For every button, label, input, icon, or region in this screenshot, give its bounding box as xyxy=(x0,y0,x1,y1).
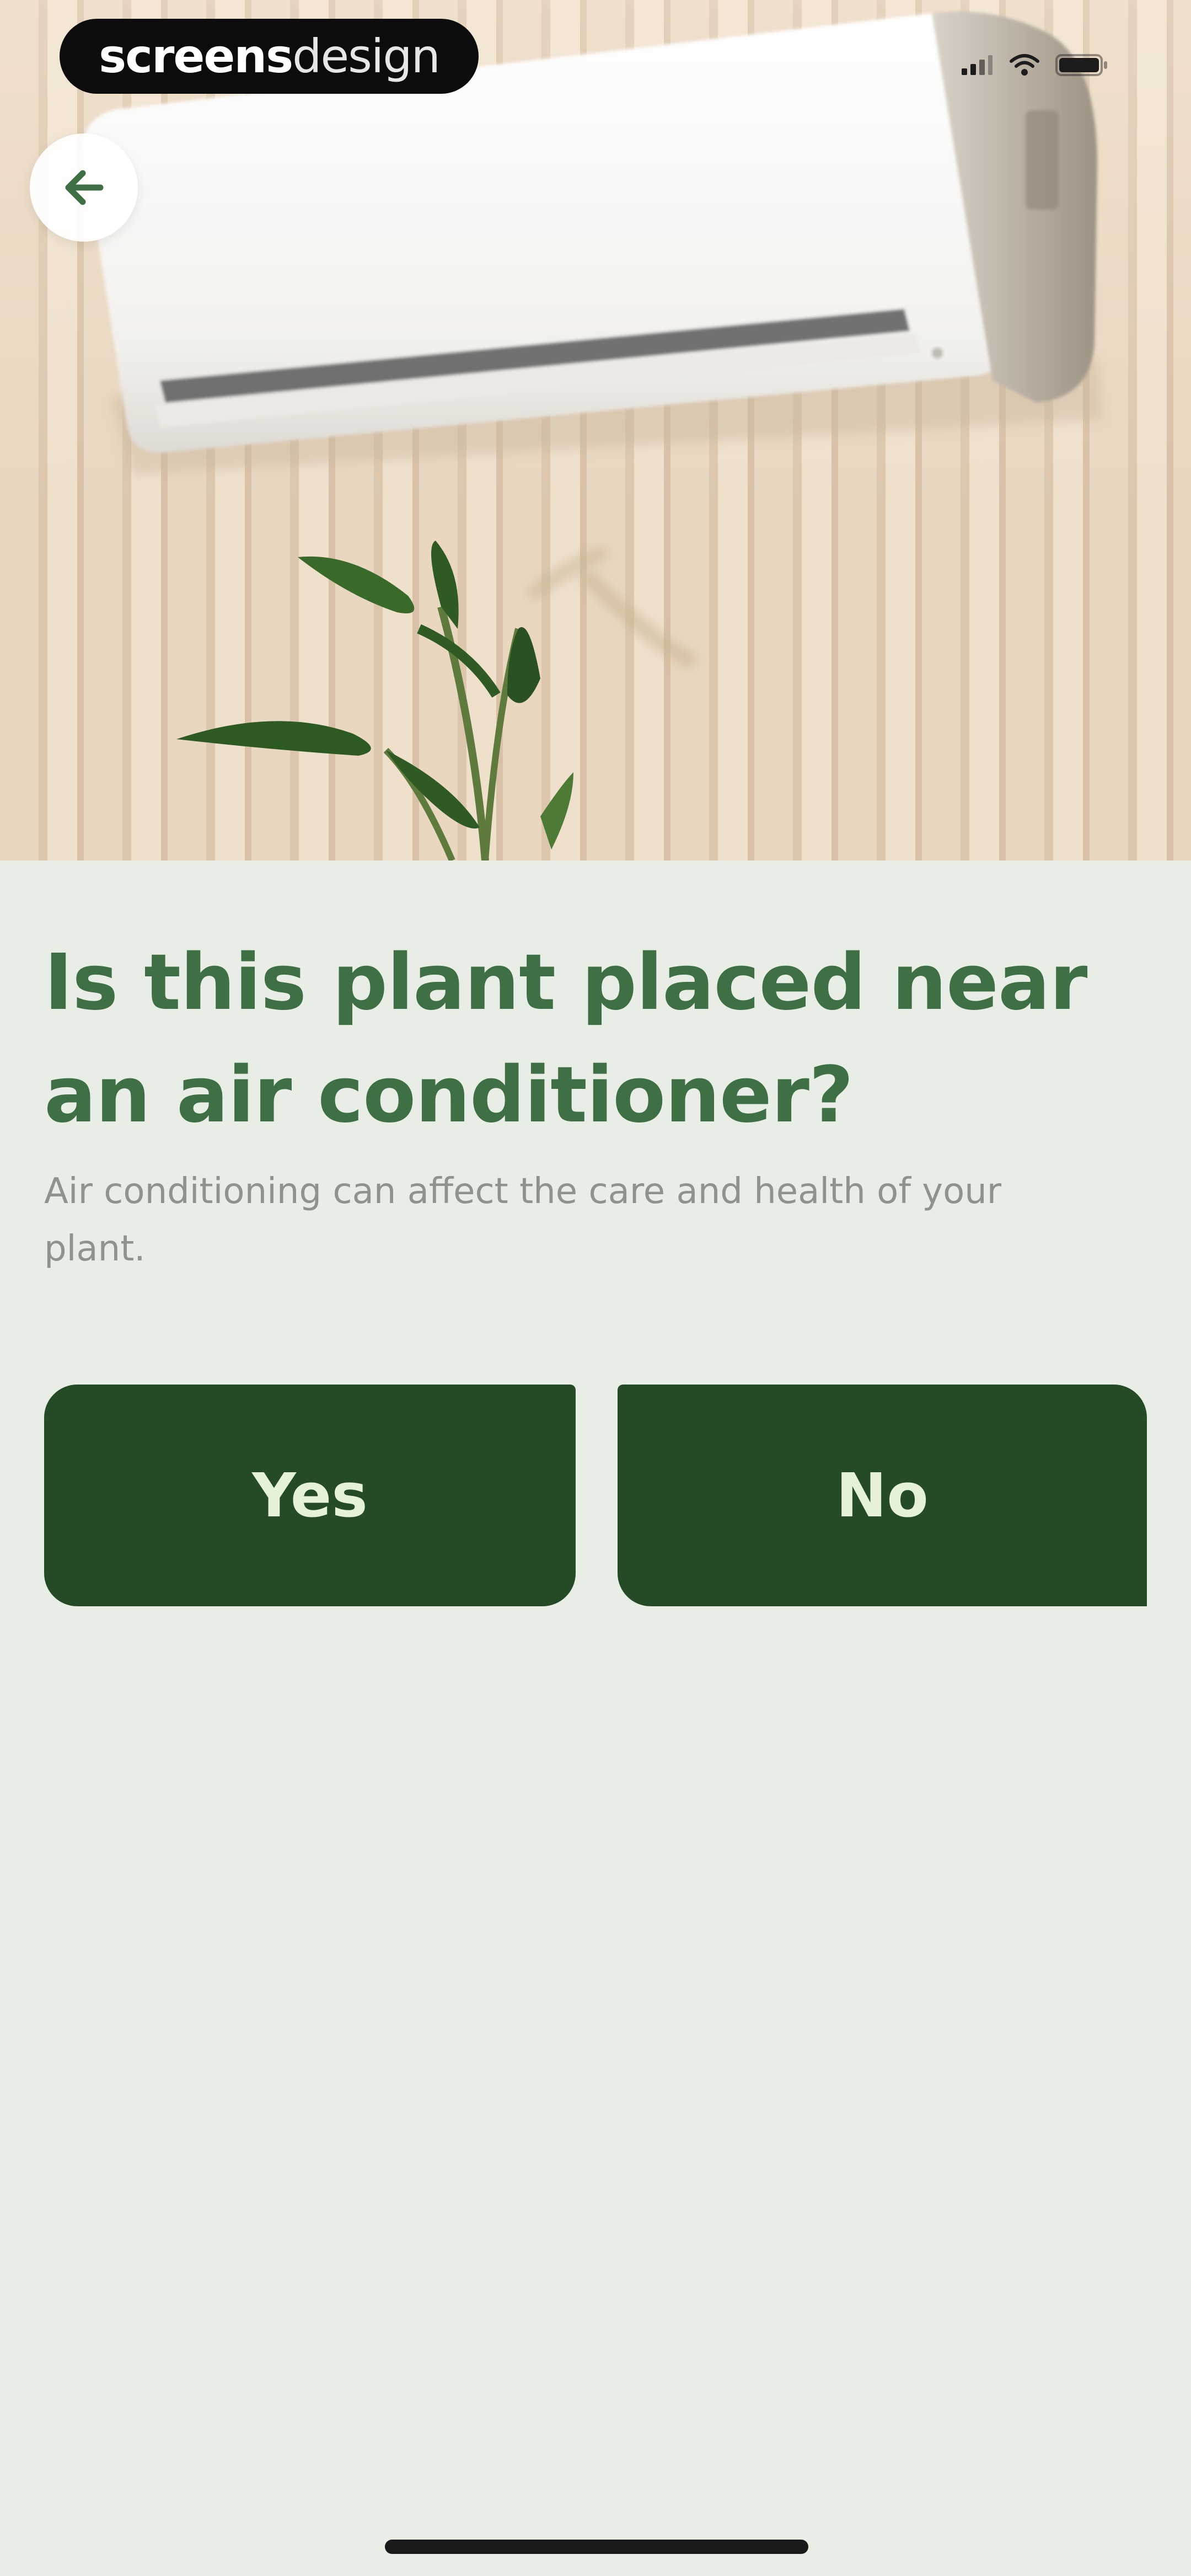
hero-image-air-conditioner-plant: screens design xyxy=(0,0,1191,861)
plant-questionnaire-screen: screens design Is this plant placed near… xyxy=(0,0,1191,2576)
back-button[interactable] xyxy=(30,133,138,242)
battery-icon xyxy=(1055,54,1107,76)
screensdesign-watermark: screens design xyxy=(60,19,479,94)
hero-illustration xyxy=(83,11,1103,861)
home-indicator[interactable] xyxy=(385,2540,808,2554)
question-title: Is this plant placed near an air conditi… xyxy=(44,938,1088,1140)
signal-icon xyxy=(962,55,993,75)
watermark-light-text: design xyxy=(292,29,441,83)
wifi-icon xyxy=(1010,54,1039,76)
question-section: Is this plant placed near an air conditi… xyxy=(0,861,1191,2576)
no-button[interactable]: No xyxy=(618,1385,1147,1606)
yes-button[interactable]: Yes xyxy=(44,1385,576,1606)
question-subtitle: Air conditioning can affect the care and… xyxy=(44,1171,1002,1269)
plant-leaves xyxy=(176,541,698,861)
watermark-bold-text: screens xyxy=(99,29,293,83)
arrow-left-icon xyxy=(65,170,104,205)
status-bar-icons xyxy=(961,53,1108,77)
